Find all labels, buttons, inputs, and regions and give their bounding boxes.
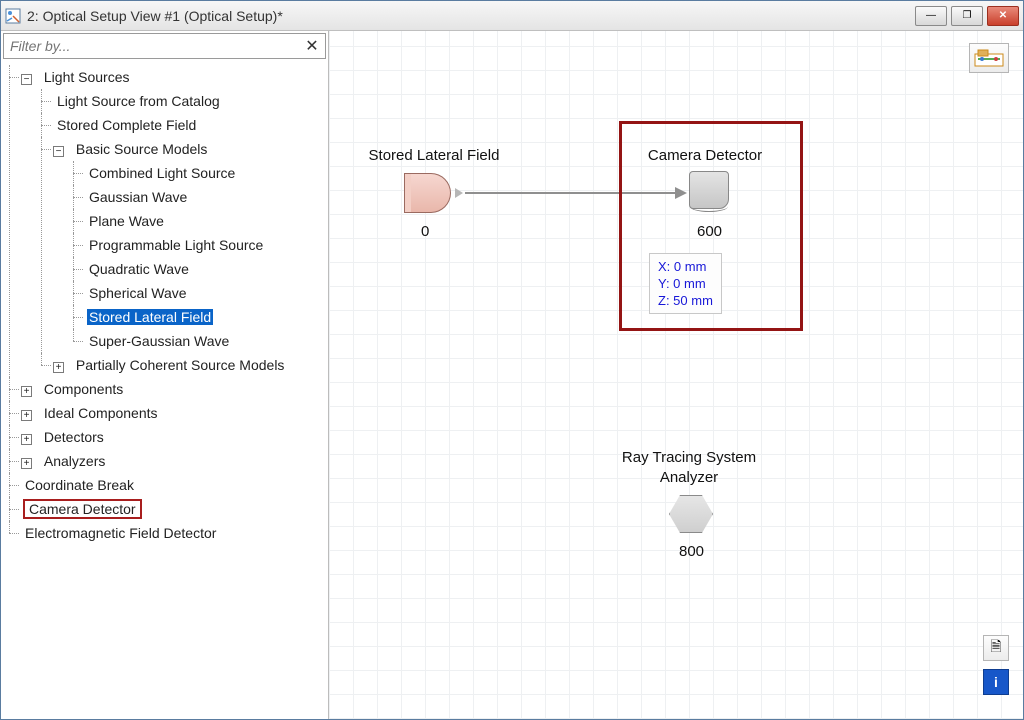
tree-node-light-sources[interactable]: Light Sources — [42, 69, 132, 85]
document-icon: 🗎 — [990, 636, 1001, 660]
content-area: ✕ − Light Sources Light Source from Cata… — [1, 31, 1023, 719]
settings-icon — [974, 48, 1004, 68]
app-icon — [5, 8, 21, 24]
node-detector-shape[interactable] — [689, 171, 729, 209]
tree-node-light-source-catalog[interactable]: Light Source from Catalog — [55, 93, 222, 109]
tree-node-detectors[interactable]: Detectors — [42, 429, 106, 445]
document-button[interactable]: 🗎 — [983, 635, 1009, 661]
expander-detectors[interactable]: + — [21, 434, 32, 445]
node-analyzer-id: 800 — [679, 543, 704, 560]
coord-y: Y: 0 mm — [658, 275, 713, 292]
close-button[interactable]: ✕ — [987, 6, 1019, 26]
tree-node-quadratic-wave[interactable]: Quadratic Wave — [87, 261, 191, 277]
maximize-button[interactable]: ❐ — [951, 6, 983, 26]
titlebar: 2: Optical Setup View #1 (Optical Setup)… — [1, 1, 1023, 31]
info-button[interactable]: i — [983, 669, 1009, 695]
filter-row: ✕ — [3, 33, 326, 59]
filter-input[interactable] — [4, 36, 299, 56]
coord-x: X: 0 mm — [658, 258, 713, 275]
node-source-id: 0 — [421, 223, 429, 240]
canvas-settings-button[interactable] — [969, 43, 1009, 73]
expander-ideal-components[interactable]: + — [21, 410, 32, 421]
tree-node-programmable-light-source[interactable]: Programmable Light Source — [87, 237, 265, 253]
node-detector-id: 600 — [697, 223, 722, 240]
minimize-button[interactable]: — — [915, 6, 947, 26]
tree-view[interactable]: − Light Sources Light Source from Catalo… — [1, 61, 328, 719]
tree-node-partially-coherent[interactable]: Partially Coherent Source Models — [74, 357, 287, 373]
node-detector-coords: X: 0 mm Y: 0 mm Z: 50 mm — [649, 253, 722, 314]
node-analyzer-title-line1: Ray Tracing System — [599, 449, 779, 466]
connector-start-icon — [455, 188, 463, 198]
node-detector-title: Camera Detector — [625, 147, 785, 164]
window-title: 2: Optical Setup View #1 (Optical Setup)… — [27, 8, 915, 24]
expander-partially-coherent[interactable]: + — [53, 362, 64, 373]
filter-clear-icon[interactable]: ✕ — [299, 36, 325, 56]
tree-node-plane-wave[interactable]: Plane Wave — [87, 213, 166, 229]
tree-node-basic-source-models[interactable]: Basic Source Models — [74, 141, 210, 157]
tree-node-stored-lateral-field[interactable]: Stored Lateral Field — [87, 309, 213, 325]
tree-node-em-field-detector[interactable]: Electromagnetic Field Detector — [23, 525, 218, 541]
app-window: 2: Optical Setup View #1 (Optical Setup)… — [0, 0, 1024, 720]
expander-components[interactable]: + — [21, 386, 32, 397]
tree-node-stored-complete-field[interactable]: Stored Complete Field — [55, 117, 198, 133]
tree-node-spherical-wave[interactable]: Spherical Wave — [87, 285, 189, 301]
window-controls: — ❐ ✕ — [915, 6, 1019, 26]
node-analyzer-shape[interactable] — [669, 495, 713, 533]
expander-basic-source-models[interactable]: − — [53, 146, 64, 157]
coord-z: Z: 50 mm — [658, 292, 713, 309]
sidebar: ✕ − Light Sources Light Source from Cata… — [1, 31, 329, 719]
node-source-shape[interactable] — [405, 173, 451, 213]
tree-node-gaussian-wave[interactable]: Gaussian Wave — [87, 189, 189, 205]
canvas[interactable]: Stored Lateral Field 0 Camera Detector 6… — [329, 31, 1023, 719]
tree-node-coordinate-break[interactable]: Coordinate Break — [23, 477, 136, 493]
node-analyzer-title-line2: Analyzer — [599, 469, 779, 486]
tree-node-super-gaussian-wave[interactable]: Super-Gaussian Wave — [87, 333, 231, 349]
tree-node-analyzers[interactable]: Analyzers — [42, 453, 107, 469]
tree-node-components[interactable]: Components — [42, 381, 125, 397]
expander-light-sources[interactable]: − — [21, 74, 32, 85]
expander-analyzers[interactable]: + — [21, 458, 32, 469]
connector-line[interactable] — [465, 192, 675, 194]
tree-node-combined-light-source[interactable]: Combined Light Source — [87, 165, 237, 181]
info-icon: i — [994, 674, 998, 690]
tree-node-camera-detector[interactable]: Camera Detector — [23, 499, 142, 519]
connector-arrow-icon — [675, 187, 687, 199]
node-source-title: Stored Lateral Field — [349, 147, 519, 164]
tree-node-ideal-components[interactable]: Ideal Components — [42, 405, 160, 421]
